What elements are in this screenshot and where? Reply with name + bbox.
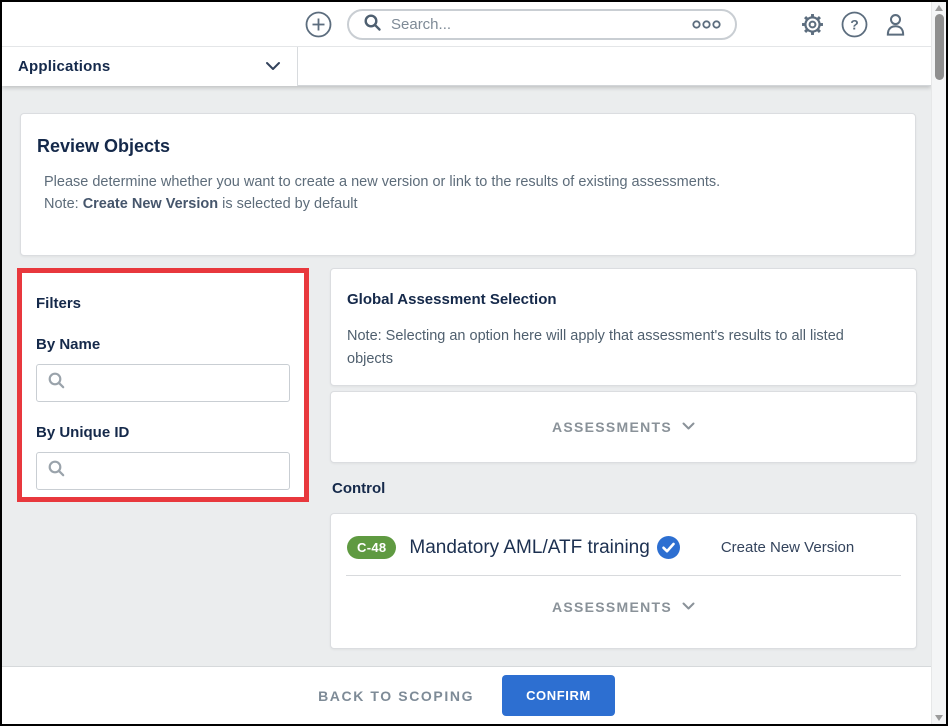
by-name-input[interactable] xyxy=(74,375,279,391)
user-menu-button[interactable] xyxy=(882,11,909,38)
page-title: Review Objects xyxy=(37,136,171,156)
add-button[interactable] xyxy=(305,11,332,38)
by-unique-id-label: By Unique ID xyxy=(36,424,130,441)
vertical-scrollbar[interactable] xyxy=(931,2,946,724)
confirm-button[interactable]: CONFIRM xyxy=(502,675,615,716)
by-unique-id-field xyxy=(36,452,290,490)
version-option-label[interactable]: Create New Version xyxy=(721,539,854,556)
svg-text:?: ? xyxy=(850,17,859,33)
footer-action-bar: BACK TO SCOPING CONFIRM xyxy=(2,666,931,724)
main-content: Review Objects Please determine whether … xyxy=(2,86,931,666)
selected-check-icon[interactable] xyxy=(656,536,680,559)
object-id-badge: C-48 xyxy=(347,536,397,559)
global-assessment-card: Global Assessment Selection Note: Select… xyxy=(330,268,917,386)
question-icon: ? xyxy=(841,11,868,38)
help-button[interactable]: ? xyxy=(841,11,868,38)
filters-panel: Filters By Name By Unique ID xyxy=(17,268,309,502)
top-bar: ? xyxy=(2,2,931,47)
scroll-down-arrow-icon[interactable] xyxy=(935,715,943,721)
assessment-column: Global Assessment Selection Note: Select… xyxy=(330,268,917,649)
assessments-dropdown-label: ASSESSMENTS xyxy=(551,599,673,615)
filters-title: Filters xyxy=(36,295,82,312)
by-name-field xyxy=(36,364,290,402)
search-input[interactable] xyxy=(391,16,692,33)
control-object-card: C-48 Mandatory AML/ATF training Create N… xyxy=(330,513,917,649)
application-selector[interactable]: Applications xyxy=(2,47,298,86)
chevron-down-icon xyxy=(682,598,695,616)
settings-button[interactable] xyxy=(799,11,826,38)
by-name-label: By Name xyxy=(36,336,101,353)
chevron-down-icon xyxy=(682,418,695,436)
review-description: Please determine whether you want to cre… xyxy=(44,174,721,190)
global-assessment-title: Global Assessment Selection xyxy=(347,291,557,308)
chevron-down-icon xyxy=(265,58,281,76)
application-bar: Applications xyxy=(2,47,931,86)
review-objects-card: Review Objects Please determine whether … xyxy=(20,113,916,256)
by-unique-id-input[interactable] xyxy=(74,463,279,479)
search-icon xyxy=(363,13,382,37)
global-assessment-note: Note: Selecting an option here will appl… xyxy=(347,328,844,368)
search-icon xyxy=(47,371,66,395)
global-search xyxy=(347,9,737,40)
back-to-scoping-button[interactable]: BACK TO SCOPING xyxy=(318,688,474,704)
control-section-label: Control xyxy=(332,480,386,497)
control-object-row: C-48 Mandatory AML/ATF training Create N… xyxy=(331,514,916,575)
object-title: Mandatory AML/ATF training xyxy=(409,536,650,558)
control-assessments-dropdown[interactable]: ASSESSMENTS xyxy=(331,576,916,638)
search-icon xyxy=(47,459,66,483)
app-window: ? Applications Rev xyxy=(0,0,948,726)
plus-circle-icon xyxy=(305,11,332,38)
gear-icon xyxy=(799,11,826,38)
review-note-bold: Create New Version xyxy=(82,196,219,213)
person-icon xyxy=(882,11,909,38)
more-options-icon[interactable] xyxy=(692,16,721,34)
scrollbar-thumb[interactable] xyxy=(935,14,944,80)
global-assessments-dropdown[interactable]: ASSESSMENTS xyxy=(330,391,917,463)
application-selector-label: Applications xyxy=(18,58,111,75)
review-note: Note: Create New Version is selected by … xyxy=(44,196,358,213)
scroll-up-arrow-icon[interactable] xyxy=(935,5,943,11)
assessments-dropdown-label: ASSESSMENTS xyxy=(551,419,673,435)
